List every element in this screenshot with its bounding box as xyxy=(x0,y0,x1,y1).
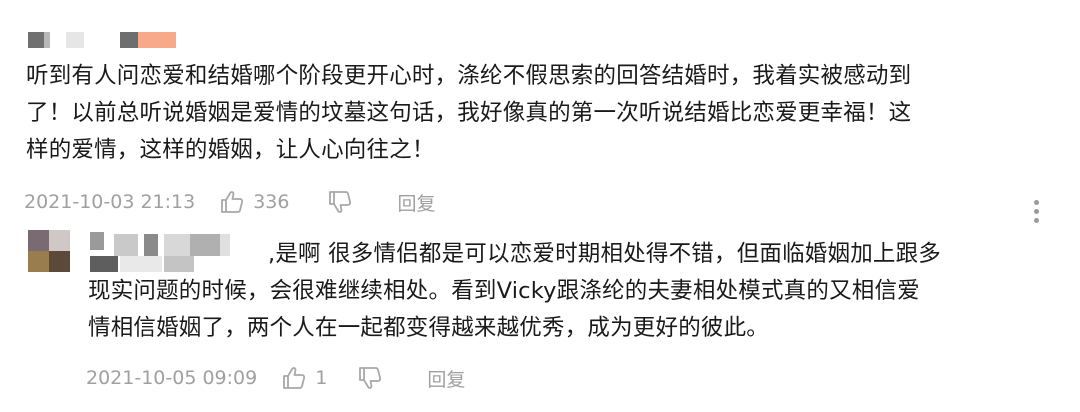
comment-text-line: 现实问题的时候，会很难继续相处。看到Vicky跟涤纶的夫妻相处模式真的又相信爱 xyxy=(88,278,920,304)
comment-text: 听到有人问恋爱和结婚哪个阶段更开心时，涤纶不假思索的回答结婚时，我着实被感动到 … xyxy=(26,58,1056,169)
comment-date: 2021-10-03 21:13 xyxy=(24,191,196,213)
comment-text-line: 样的爱情，这样的婚姻，让人心向往之！ xyxy=(26,137,435,163)
username-redacted[interactable] xyxy=(28,28,188,48)
comment-text-line: 了！以前总听说婚姻是爱情的坟墓这句话，我好像真的第一次听说结婚比恋爱更幸福！这 xyxy=(26,100,912,126)
comment-text-line: ,是啊 很多情侣都是可以恋爱时期相处得不错，但面临婚姻加上跟多 xyxy=(268,241,942,267)
avatar[interactable] xyxy=(28,230,70,272)
like-count: 1 xyxy=(315,367,328,389)
thumbs-up-icon[interactable] xyxy=(219,189,245,215)
thumbs-up-icon[interactable] xyxy=(281,365,307,391)
thumbs-down-icon[interactable] xyxy=(327,189,353,215)
comment-date: 2021-10-05 09:09 xyxy=(86,367,258,389)
more-vertical-icon[interactable] xyxy=(1030,200,1042,228)
comment-text: ,是啊 很多情侣都是可以恋爱时期相处得不错，但面临婚姻加上跟多 现实问题的时候，… xyxy=(88,236,1058,347)
thumbs-down-icon[interactable] xyxy=(357,365,383,391)
comment-text-line: 听到有人问恋爱和结婚哪个阶段更开心时，涤纶不假思索的回答结婚时，我着实被感动到 xyxy=(26,63,912,89)
reply-button[interactable]: 回复 xyxy=(427,365,465,392)
comment-text-line: 情相信婚姻了，两个人在一起都变得越来越优秀，成为更好的彼此。 xyxy=(88,315,770,341)
comment-meta: 2021-10-03 21:13 336 回复 xyxy=(24,188,436,216)
like-count: 336 xyxy=(253,191,290,213)
reply-button[interactable]: 回复 xyxy=(397,189,435,216)
comment-meta: 2021-10-05 09:09 1 回复 xyxy=(86,364,465,392)
